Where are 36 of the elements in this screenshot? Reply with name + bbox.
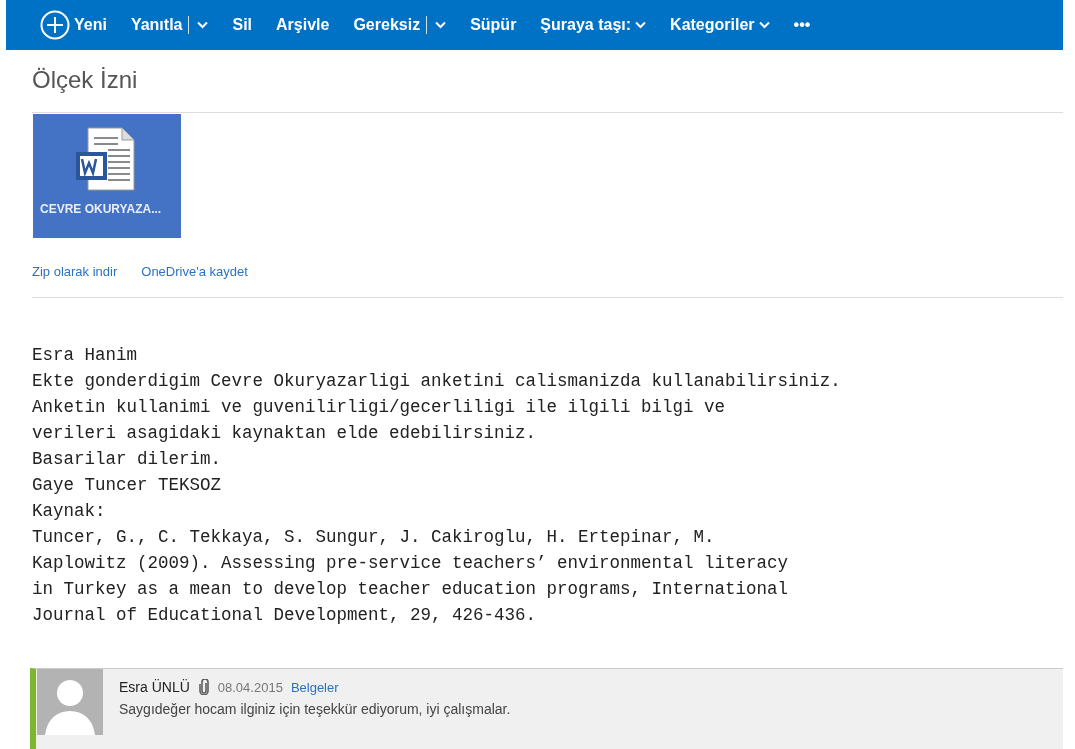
- message-line: Tuncer, G., C. Tekkaya, S. Sungur, J. Cakiroglu, H. Ertepinar, M.: [32, 526, 716, 549]
- attachment-name: CEVRE OKURYAZA...: [39, 202, 162, 216]
- chevron-down-icon: [635, 21, 647, 29]
- toolbar-button[interactable]: Sil: [232, 16, 253, 34]
- message-subject: Ölçek İzni: [32, 66, 139, 95]
- toolbar-menu-button[interactable]: Şuraya taşı:: [540, 16, 647, 34]
- message-line: Kaplowitz (2009). Assessing pre-service teachers’ environmental literacy: [32, 552, 790, 575]
- message-date: 08.04.2015: [217, 679, 283, 695]
- avatar-icon: [37, 669, 103, 735]
- message-line: Gaye Tuncer TEKSOZ: [32, 474, 223, 497]
- attachment-tile[interactable]: CEVRE OKURYAZA...: [33, 114, 181, 238]
- toolbar-menu-button[interactable]: Kategoriler: [670, 16, 770, 34]
- attachment-link[interactable]: OneDrive'a kaydet: [141, 264, 248, 279]
- sender-name: Esra ÜNLÜ: [119, 679, 190, 695]
- message-line: verileri asagidaki kaynaktan elde edebilirsiniz.: [32, 422, 538, 445]
- chevron-down-icon: [435, 21, 447, 29]
- plus-circle-icon: [40, 10, 70, 40]
- chevron-down-icon: [758, 21, 770, 29]
- message-line: Journal of Educational Development, 29, 426-436.: [32, 604, 538, 627]
- toolbar-button[interactable]: •••: [793, 16, 811, 34]
- toolbar-split-button[interactable]: Yanıtla: [130, 16, 209, 34]
- reply-card[interactable]: Esra ÜNLÜ 08.04.2015 Belgeler Saygıdeğer hocam ilginiz için teşekkür ediyorum, iyi çalışmalar.: [30, 668, 1063, 749]
- new-button[interactable]: Yeni: [40, 10, 107, 40]
- message-line: Ekte gonderdigim Cevre Okuryazarligi anketini calismanizda kullanabilirsiniz.: [32, 370, 842, 393]
- message-line: Kaynak:: [32, 500, 107, 523]
- toolbar-button[interactable]: Arşivle: [276, 16, 330, 34]
- message-line: Anketin kullanimi ve guvenilirligi/gecerliligi ile ilgili bilgi ve: [32, 396, 727, 419]
- message-preview: Saygıdeğer hocam ilginiz için teşekkür ediyorum, iyi çalışmalar.: [119, 701, 511, 717]
- message-line: Esra Hanim: [32, 344, 139, 367]
- attachment-link[interactable]: Zip olarak indir: [32, 264, 118, 279]
- toolbar-button[interactable]: Süpür: [470, 16, 517, 34]
- message-line: Basarilar dilerim.: [32, 448, 223, 471]
- message-line: in Turkey as a mean to develop teacher education programs, International: [32, 578, 790, 601]
- chevron-down-icon: [197, 21, 209, 29]
- toolbar-split-button[interactable]: Gereksiz: [353, 16, 447, 34]
- folder-link[interactable]: Belgeler: [290, 679, 339, 695]
